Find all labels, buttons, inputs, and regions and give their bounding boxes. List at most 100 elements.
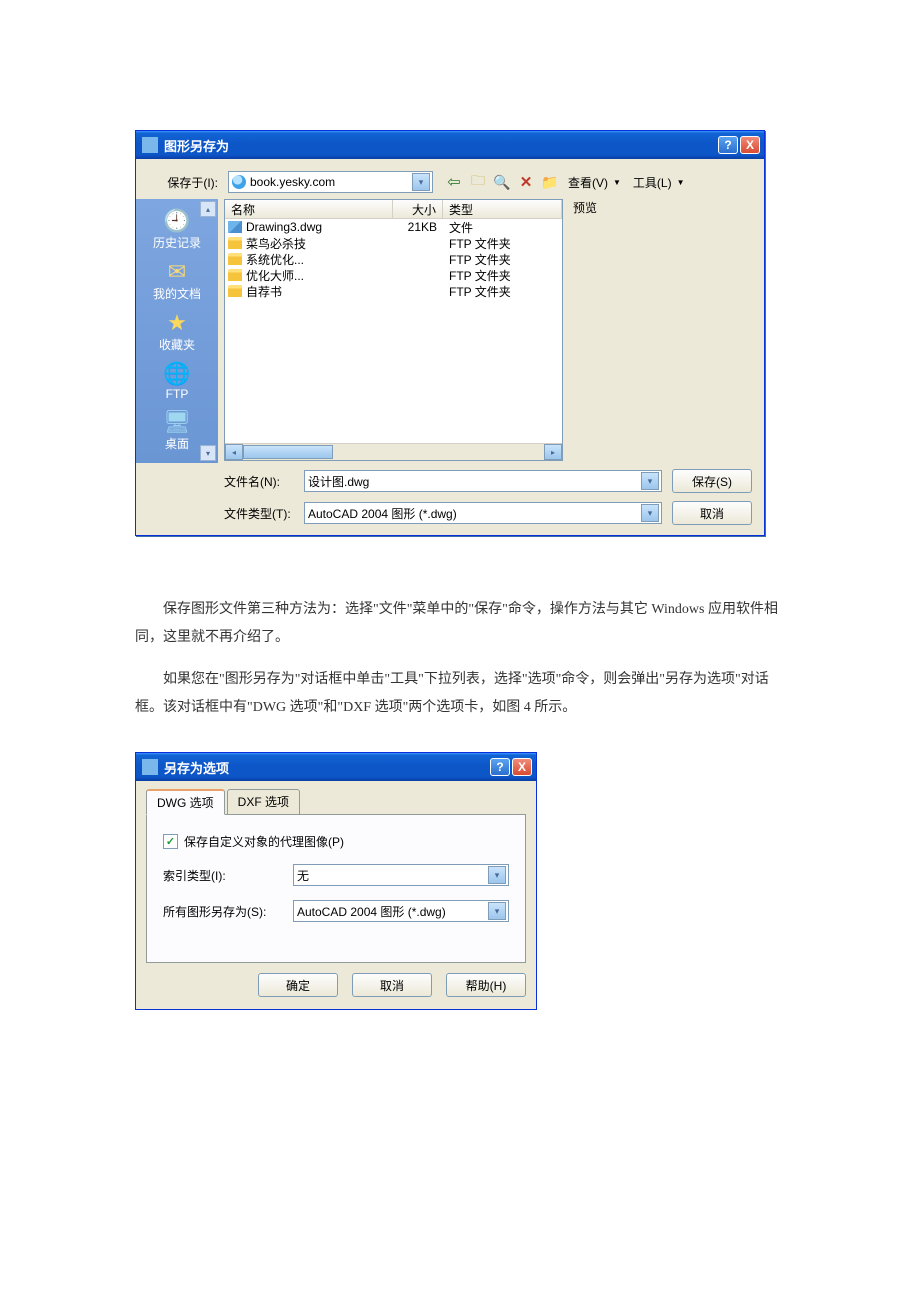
file-name: 自荐书 <box>246 283 282 300</box>
places-bar: ▴ 🕘历史记录✉我的文档★收藏夹🌐FTP🖥桌面 ▾ <box>136 199 218 463</box>
file-name: 系统优化... <box>246 251 304 268</box>
chevron-down-icon[interactable]: ▾ <box>641 472 659 490</box>
file-name: 优化大师... <box>246 267 304 284</box>
new-folder-icon[interactable]: 📁 <box>541 173 559 191</box>
titlebar[interactable]: 另存为选项 ? X <box>136 753 536 781</box>
save-in-label: 保存于(I): <box>142 174 222 191</box>
place-label: 收藏夹 <box>159 336 195 353</box>
chevron-down-icon[interactable]: ▾ <box>641 504 659 522</box>
tab-dwg[interactable]: DWG 选项 <box>146 789 225 815</box>
preview-label: 预览 <box>573 199 748 216</box>
filename-label: 文件名(N): <box>224 473 294 490</box>
scroll-right-icon[interactable]: ▸ <box>544 444 562 460</box>
filename-input[interactable]: 设计图.dwg ▾ <box>304 470 662 492</box>
up-folder-icon[interactable]: 🗀 <box>469 173 487 191</box>
fav-icon: ★ <box>162 310 192 336</box>
filetype-value: AutoCAD 2004 图形 (*.dwg) <box>308 505 641 522</box>
mydocs-icon: ✉ <box>162 259 192 285</box>
dialog-title: 图形另存为 <box>164 136 716 155</box>
col-size[interactable]: 大小 <box>393 200 443 218</box>
tab-dxf[interactable]: DXF 选项 <box>227 789 300 814</box>
col-type[interactable]: 类型 <box>443 200 562 218</box>
chevron-down-icon[interactable]: ▾ <box>412 173 430 191</box>
file-type: FTP 文件夹 <box>443 283 562 300</box>
place-history[interactable]: 🕘历史记录 <box>153 205 201 256</box>
col-name[interactable]: 名称 <box>225 200 393 218</box>
save-as-options-dialog: 另存为选项 ? X DWG 选项 DXF 选项 ✓ 保存自定义对象的代理图像(P… <box>135 752 537 1010</box>
all-save-as-label: 所有图形另存为(S): <box>163 903 283 920</box>
document-text: 保存图形文件第三种方法为：选择"文件"菜单中的"保存"命令，操作方法与其它 Wi… <box>135 596 785 722</box>
index-type-value: 无 <box>297 867 488 884</box>
file-row[interactable]: 自荐书 FTP 文件夹 <box>225 283 562 299</box>
cancel-button[interactable]: 取消 <box>352 973 432 997</box>
all-save-as-combo[interactable]: AutoCAD 2004 图形 (*.dwg) ▾ <box>293 900 509 922</box>
scroll-up-button[interactable]: ▴ <box>200 201 216 217</box>
index-type-label: 索引类型(I): <box>163 867 283 884</box>
scroll-track[interactable] <box>243 445 544 459</box>
file-type: FTP 文件夹 <box>443 267 562 284</box>
place-label: 我的文档 <box>153 285 201 302</box>
delete-icon[interactable]: ✕ <box>517 173 535 191</box>
ftp-icon: 🌐 <box>162 361 192 387</box>
scroll-thumb[interactable] <box>243 445 333 459</box>
filetype-combo[interactable]: AutoCAD 2004 图形 (*.dwg) ▾ <box>304 502 662 524</box>
scroll-down-button[interactable]: ▾ <box>200 445 216 461</box>
titlebar[interactable]: 图形另存为 ? X <box>136 131 764 159</box>
view-label: 查看(V) <box>568 174 608 191</box>
cancel-button[interactable]: 取消 <box>672 501 752 525</box>
file-row[interactable]: Drawing3.dwg21KB文件 <box>225 219 562 235</box>
filetype-label: 文件类型(T): <box>224 505 294 522</box>
file-row[interactable]: 菜鸟必杀技 FTP 文件夹 <box>225 235 562 251</box>
chevron-down-icon[interactable]: ▾ <box>488 866 506 884</box>
preview-pane: 预览 <box>569 199 752 461</box>
chevron-down-icon: ▼ <box>613 178 621 187</box>
ok-button[interactable]: 确定 <box>258 973 338 997</box>
filename-value: 设计图.dwg <box>308 473 641 490</box>
file-icon <box>228 237 242 249</box>
index-type-combo[interactable]: 无 ▾ <box>293 864 509 886</box>
tools-menu[interactable]: 工具(L) ▼ <box>630 174 688 191</box>
close-button[interactable]: X <box>512 758 532 776</box>
proxy-image-label: 保存自定义对象的代理图像(P) <box>184 833 344 850</box>
help-button[interactable]: ? <box>718 136 738 154</box>
proxy-image-checkbox[interactable]: ✓ <box>163 834 178 849</box>
place-fav[interactable]: ★收藏夹 <box>153 307 201 358</box>
file-icon <box>228 285 242 297</box>
app-icon <box>142 759 158 775</box>
place-desktop[interactable]: 🖥桌面 <box>153 406 201 457</box>
scroll-left-icon[interactable]: ◂ <box>225 444 243 460</box>
file-row[interactable]: 系统优化... FTP 文件夹 <box>225 251 562 267</box>
tools-label: 工具(L) <box>633 174 672 191</box>
dialog-title: 另存为选项 <box>164 758 488 777</box>
help-button[interactable]: ? <box>490 758 510 776</box>
file-type: FTP 文件夹 <box>443 251 562 268</box>
place-label: FTP <box>166 387 189 401</box>
help-button[interactable]: 帮助(H) <box>446 973 526 997</box>
file-icon <box>228 253 242 265</box>
file-list-pane: 名称 大小 类型 Drawing3.dwg21KB文件菜鸟必杀技FTP 文件夹系… <box>224 199 563 461</box>
chevron-down-icon[interactable]: ▾ <box>488 902 506 920</box>
tab-pane-dwg: ✓ 保存自定义对象的代理图像(P) 索引类型(I): 无 ▾ 所有图形另存为(S… <box>146 815 526 963</box>
place-ftp[interactable]: 🌐FTP <box>153 358 201 406</box>
file-size: 21KB <box>393 220 443 234</box>
back-icon[interactable]: ⇦ <box>445 173 463 191</box>
file-row[interactable]: 优化大师... FTP 文件夹 <box>225 267 562 283</box>
file-icon <box>228 221 242 233</box>
all-save-as-value: AutoCAD 2004 图形 (*.dwg) <box>297 903 488 920</box>
save-in-combo[interactable]: book.yesky.com ▾ <box>228 171 433 193</box>
search-icon[interactable]: 🔍 <box>493 173 511 191</box>
close-button[interactable]: X <box>740 136 760 154</box>
file-name: 菜鸟必杀技 <box>246 235 306 252</box>
paragraph-2: 如果您在"图形另存为"对话框中单击"工具"下拉列表，选择"选项"命令，则会弹出"… <box>135 666 785 722</box>
place-mydocs[interactable]: ✉我的文档 <box>153 256 201 307</box>
save-in-value: book.yesky.com <box>250 175 412 189</box>
globe-icon <box>232 175 246 189</box>
app-icon <box>142 137 158 153</box>
file-icon <box>228 269 242 281</box>
file-type: FTP 文件夹 <box>443 235 562 252</box>
view-menu[interactable]: 查看(V) ▼ <box>565 174 624 191</box>
desktop-icon: 🖥 <box>162 409 192 435</box>
column-headers: 名称 大小 类型 <box>225 200 562 219</box>
save-button[interactable]: 保存(S) <box>672 469 752 493</box>
h-scrollbar[interactable]: ◂ ▸ <box>225 443 562 460</box>
